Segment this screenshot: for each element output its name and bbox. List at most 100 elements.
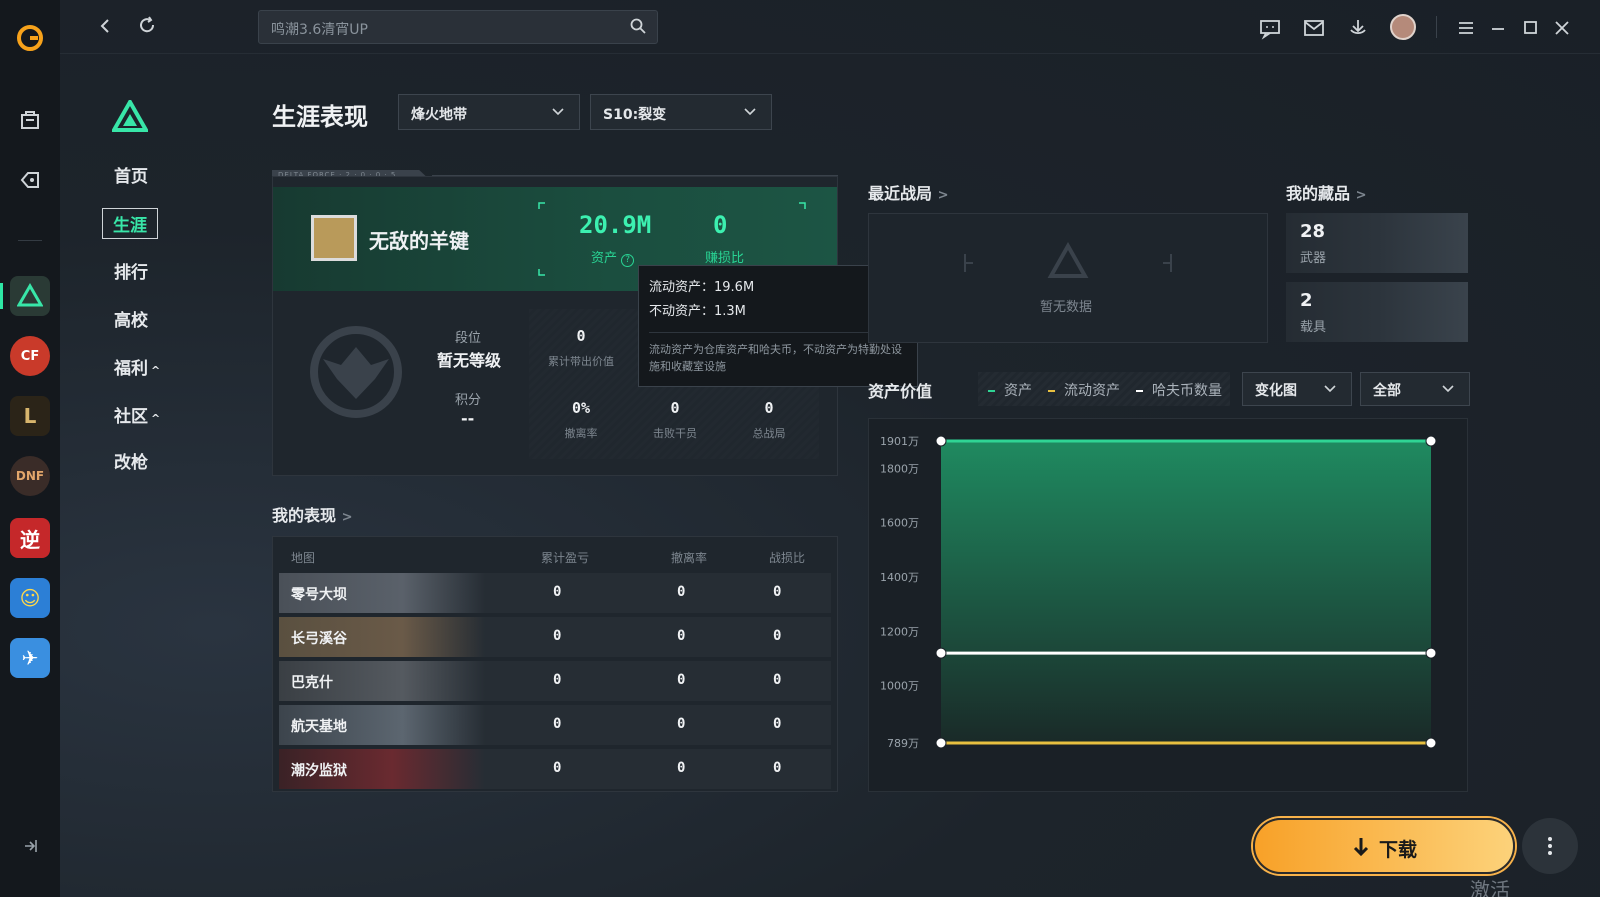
empty-state-icon (964, 242, 1172, 278)
rail-divider (18, 240, 42, 241)
assets-label[interactable]: 资产 ? (591, 247, 635, 267)
page-title: 生涯表现 (272, 103, 368, 131)
performance-title-text: 我的表现 (272, 506, 337, 525)
collection-count: 28 (1300, 221, 1326, 242)
data-point[interactable] (935, 435, 947, 447)
data-point[interactable] (935, 647, 947, 659)
collection-weapons[interactable]: 28 武器 (1286, 213, 1468, 273)
more-options-button[interactable] (1522, 818, 1578, 874)
nav-gunsmith[interactable]: 改枪 (114, 448, 148, 473)
cell-kd: 0 (773, 584, 782, 600)
cell-profit: 0 (553, 672, 562, 688)
user-avatar[interactable] (1390, 14, 1416, 40)
cell-evac: 0 (677, 760, 686, 776)
activate-windows-watermark: 激活 Windows (1470, 878, 1510, 897)
maximize-icon[interactable] (1518, 16, 1542, 40)
rank-value: 暂无等级 (437, 351, 502, 370)
data-point[interactable] (1425, 647, 1437, 659)
lol-game-icon[interactable]: L (10, 396, 50, 436)
chart-range-value: 全部 (1373, 383, 1401, 399)
legend-assets[interactable]: 资产 (988, 380, 1032, 400)
legend-swatch (1136, 390, 1143, 392)
nav-college[interactable]: 高校 (114, 306, 148, 331)
app-logo-icon[interactable] (10, 18, 50, 58)
bag-icon[interactable] (10, 100, 50, 140)
dnf-game-icon[interactable]: DNF (10, 456, 50, 496)
collapse-rail-icon[interactable] (10, 826, 50, 866)
ni-shui-han-game-icon[interactable]: 逆 (10, 518, 50, 558)
minimize-icon[interactable] (1486, 16, 1510, 40)
message-icon[interactable] (1258, 16, 1282, 40)
y-tick-label: 1400万 (880, 571, 919, 584)
performance-title[interactable]: 我的表现 > (272, 502, 353, 526)
nav-ranking[interactable]: 排行 (114, 258, 148, 283)
download-button[interactable]: 下载 (1253, 818, 1515, 874)
help-icon[interactable]: ? (621, 254, 635, 267)
mode-select[interactable]: 烽火地带 (398, 94, 580, 130)
legend-coins[interactable]: 哈夫币数量 (1136, 380, 1222, 400)
cell-kd: 0 (773, 716, 782, 732)
data-point[interactable] (935, 737, 947, 749)
cell-profit: 0 (553, 760, 562, 776)
data-point[interactable] (1425, 435, 1437, 447)
season-select[interactable]: S10:裂变 (590, 94, 772, 130)
y-tick-label: 1000万 (880, 680, 919, 693)
refresh-icon[interactable] (134, 14, 160, 40)
collection-vehicles[interactable]: 2 载具 (1286, 282, 1468, 342)
recent-matches-panel (868, 213, 1268, 343)
stat-label: 累计带出价值 (548, 355, 614, 368)
nav-home[interactable]: 首页 (114, 162, 148, 187)
map-name: 潮汐监狱 (291, 763, 347, 779)
close-icon[interactable] (1550, 16, 1574, 40)
chevron-down-icon (1442, 385, 1454, 393)
search-input[interactable]: 鸣潮3.6清宵UP (258, 10, 658, 44)
chart-range-select[interactable]: 全部 (1360, 372, 1470, 406)
cell-kd: 0 (773, 760, 782, 776)
download-manager-icon[interactable] (1346, 16, 1370, 40)
player-avatar[interactable] (311, 215, 357, 261)
legend-label: 资产 (1004, 383, 1032, 399)
qq-speed-game-icon[interactable]: ☺ (10, 578, 50, 618)
collection-label: 载具 (1300, 320, 1327, 335)
table-row[interactable]: 零号大坝 0 0 0 (279, 573, 831, 613)
back-icon[interactable] (92, 14, 118, 40)
cell-kd: 0 (773, 628, 782, 644)
table-row[interactable]: 长弓溪谷 0 0 0 (279, 617, 831, 657)
data-point[interactable] (1425, 737, 1437, 749)
table-row[interactable]: 潮汐监狱 0 0 0 (279, 749, 831, 789)
menu-icon[interactable] (1454, 16, 1478, 40)
season-select-value: S10:裂变 (603, 107, 667, 123)
legend-label: 哈夫币数量 (1152, 383, 1222, 399)
points-label: 积分 (455, 393, 482, 408)
search-icon[interactable] (629, 17, 647, 35)
legend-swatch (988, 390, 995, 392)
nav-welfare[interactable]: 福利 ^ (114, 354, 160, 379)
nav-career[interactable]: 生涯 (102, 208, 158, 239)
asset-chart-panel: 1901万 1800万 1600万 1400万 1200万 1000万 789万 (868, 418, 1468, 792)
delta-force-logo-icon (112, 100, 148, 132)
more-vertical-icon (1548, 837, 1552, 855)
game-tag-icon[interactable] (10, 160, 50, 200)
assets-label-text: 资产 (591, 251, 618, 266)
delta-force-game-icon[interactable] (10, 276, 50, 316)
sky-game-icon[interactable]: ✈ (10, 638, 50, 678)
table-row[interactable]: 航天基地 0 0 0 (279, 705, 831, 745)
nav-community[interactable]: 社区 ^ (114, 402, 160, 427)
recent-title[interactable]: 最近战局 > (868, 180, 949, 204)
chart-view-value: 变化图 (1255, 383, 1297, 399)
collection-title[interactable]: 我的藏品 > (1286, 180, 1367, 204)
stat-kills: 0 击败干员 (627, 399, 723, 441)
download-label: 下载 (1379, 839, 1418, 861)
mail-icon[interactable] (1302, 16, 1326, 40)
asset-chart: 1901万 1800万 1600万 1400万 1200万 1000万 789万 (880, 435, 1437, 750)
chart-view-select[interactable]: 变化图 (1242, 372, 1352, 406)
crossfire-game-icon[interactable]: CF (10, 336, 50, 376)
map-name: 航天基地 (291, 719, 347, 735)
stat-total-matches: 0 总战局 (721, 399, 817, 441)
y-tick-label: 1800万 (880, 462, 919, 475)
legend-liquid[interactable]: 流动资产 (1048, 380, 1120, 400)
caret-up-icon: ^ (151, 364, 161, 377)
collection-title-text: 我的藏品 (1286, 184, 1351, 203)
table-row[interactable]: 巴克什 0 0 0 (279, 661, 831, 701)
mode-select-value: 烽火地带 (411, 107, 467, 123)
